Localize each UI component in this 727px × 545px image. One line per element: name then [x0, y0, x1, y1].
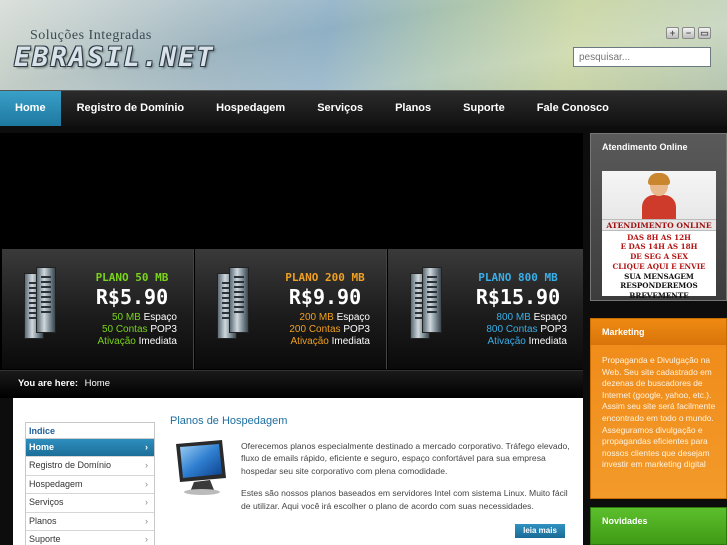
indice-item-planos[interactable]: Planos — [26, 512, 154, 531]
marketing-title: Marketing — [591, 319, 726, 345]
read-more-button[interactable]: leia mais — [515, 524, 565, 538]
server-icon — [410, 267, 444, 347]
operator-photo — [602, 171, 716, 219]
breadcrumb-current[interactable]: Home — [85, 378, 110, 389]
indice-menu: Indice Home Registro de Domínio Hospedag… — [25, 422, 155, 545]
nav-item-suporte[interactable]: Suporte — [447, 91, 521, 126]
plan-price: R$15.90 — [475, 285, 561, 309]
plan-features: 200 MB Espaço 200 Contas POP3 Ativação I… — [289, 312, 370, 347]
indice-item-hospedagem[interactable]: Hospedagem — [26, 475, 154, 495]
marketing-box: Marketing Propaganda e Divulgação na Web… — [590, 318, 727, 499]
atendimento-box: Atendimento Online ATENDIMENTO ONLINE DA… — [590, 133, 727, 301]
atendimento-cta: CLIQUE AQUI E ENVIE SUA MENSAGEM RESPOND… — [612, 262, 706, 300]
marketing-text: Propaganda e Divulgação na Web. Seu site… — [602, 355, 716, 470]
content-text: Oferecemos planos especialmente destinad… — [241, 440, 571, 522]
window-buttons: + − ▭ — [666, 27, 711, 39]
minus-icon[interactable]: − — [682, 27, 695, 39]
server-icon — [217, 267, 251, 347]
atendimento-title: Atendimento Online — [602, 142, 688, 152]
monitor-icon — [176, 440, 226, 495]
plans-banner: PLANO 50 MB R$5.90 50 MB Espaço 50 Conta… — [0, 133, 583, 370]
plan-card-50mb[interactable]: PLANO 50 MB R$5.90 50 MB Espaço 50 Conta… — [2, 249, 194, 369]
nav-item-servicos[interactable]: Serviços — [301, 91, 379, 126]
nav-item-hospedagem[interactable]: Hospedagem — [200, 91, 301, 126]
nav-item-registro[interactable]: Registro de Domínio — [61, 91, 201, 126]
indice-item-suporte[interactable]: Suporte — [26, 530, 154, 545]
header: Soluções Integradas EBRASIL.NET + − ▭ — [0, 0, 727, 90]
content-paragraph: Oferecemos planos especialmente destinad… — [241, 441, 570, 476]
square-icon[interactable]: ▭ — [698, 27, 711, 39]
content-paragraph: Estes são nossos planos baseados em serv… — [241, 488, 568, 511]
novidades-box: Novidades — [590, 507, 727, 545]
plan-features: 800 MB Espaço 800 Contas POP3 Ativação I… — [486, 312, 567, 347]
nav-item-fale-conosco[interactable]: Fale Conosco — [521, 91, 625, 126]
server-icon — [24, 267, 58, 347]
plan-card-200mb[interactable]: PLANO 200 MB R$9.90 200 MB Espaço 200 Co… — [195, 249, 387, 369]
content-title[interactable]: Planos de Hospedagem — [170, 415, 287, 427]
nav-item-planos[interactable]: Planos — [379, 91, 447, 126]
plan-name: PLANO 200 MB — [285, 271, 365, 284]
plan-card-800mb[interactable]: PLANO 800 MB R$15.90 800 MB Espaço 800 C… — [388, 249, 583, 369]
main-content: Indice Home Registro de Domínio Hospedag… — [13, 398, 583, 545]
indice-item-registro[interactable]: Registro de Domínio — [26, 457, 154, 476]
plan-features: 50 MB Espaço 50 Contas POP3 Ativação Ime… — [97, 312, 178, 347]
site-logo[interactable]: EBRASIL.NET — [14, 42, 215, 73]
main-nav: Home Registro de Domínio Hospedagem Serv… — [0, 90, 727, 126]
atendimento-hours: DAS 8H AS 12H E DAS 14H AS 18H DE SEG A … — [620, 233, 698, 261]
breadcrumb: You are here: Home — [0, 370, 583, 398]
plus-icon[interactable]: + — [666, 27, 679, 39]
indice-item-home[interactable]: Home — [26, 439, 154, 458]
plan-name: PLANO 50 MB — [95, 271, 169, 284]
breadcrumb-label: You are here: — [18, 378, 79, 389]
atendimento-banner[interactable]: ATENDIMENTO ONLINE DAS 8H AS 12H E DAS 1… — [602, 171, 716, 300]
plan-name: PLANO 800 MB — [478, 271, 558, 284]
nav-item-home[interactable]: Home — [0, 91, 61, 126]
novidades-title: Novidades — [602, 516, 648, 526]
indice-title: Indice — [26, 423, 154, 439]
right-sidebar: Atendimento Online ATENDIMENTO ONLINE DA… — [590, 133, 727, 545]
plan-price: R$5.90 — [95, 285, 169, 309]
indice-item-servicos[interactable]: Serviços — [26, 494, 154, 513]
plan-price: R$9.90 — [288, 285, 362, 309]
atendimento-band: ATENDIMENTO ONLINE — [602, 219, 716, 231]
search-input[interactable] — [573, 47, 711, 67]
